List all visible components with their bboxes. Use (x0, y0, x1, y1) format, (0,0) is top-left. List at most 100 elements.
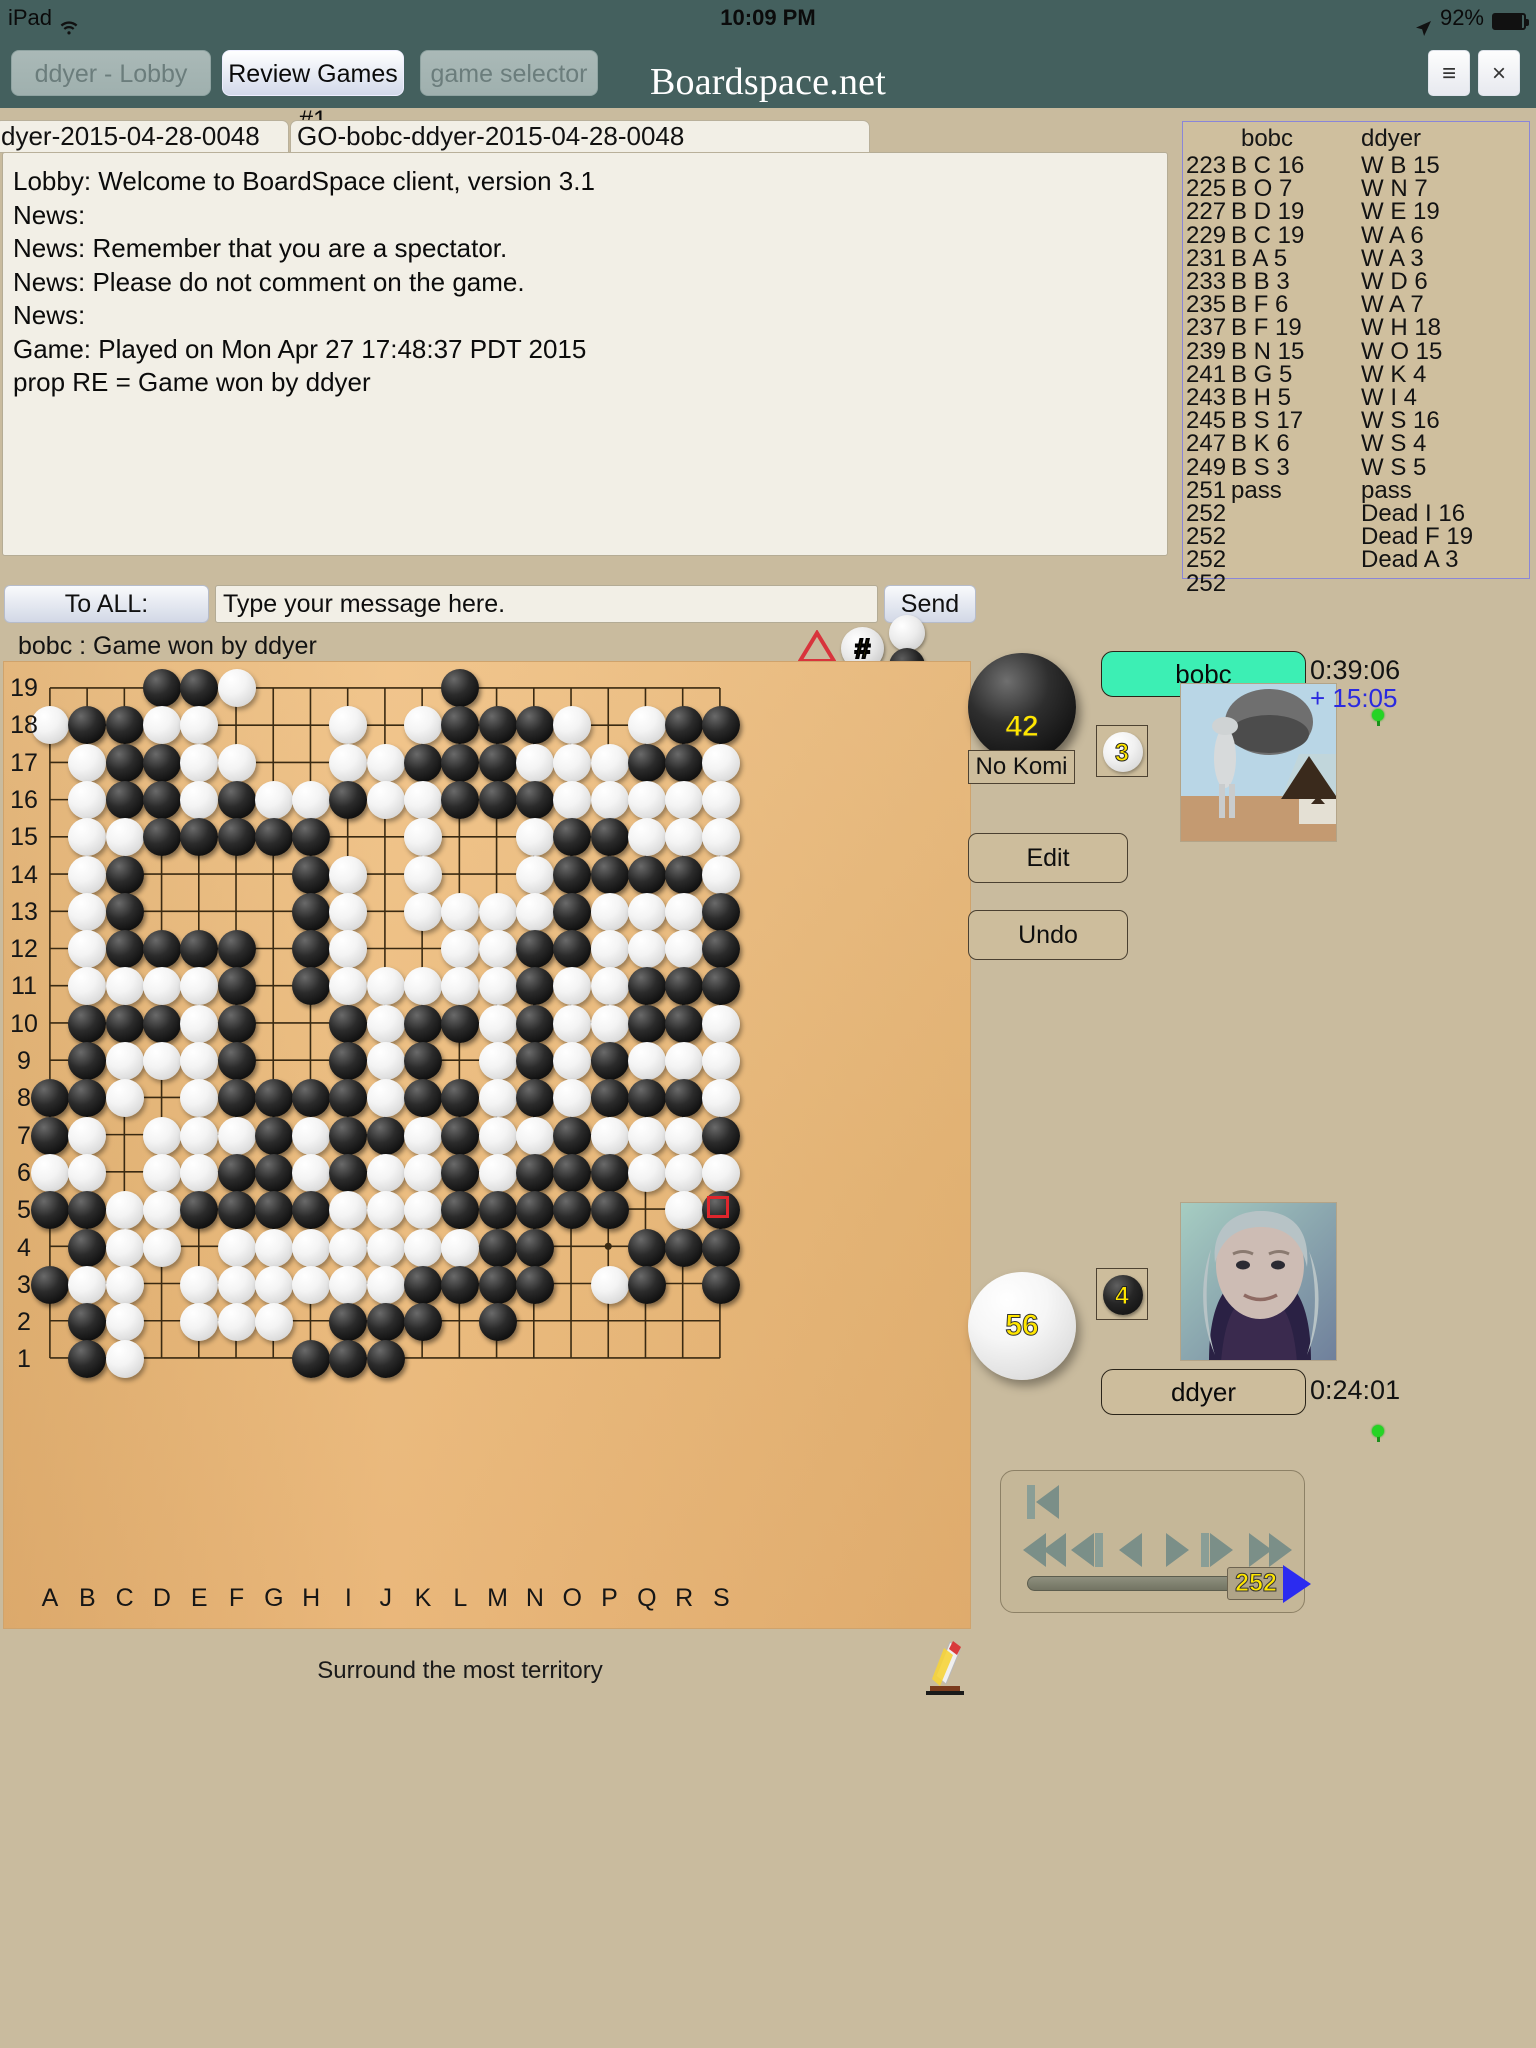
white-stone-C11[interactable] (105, 967, 144, 1006)
black-stone-J1[interactable] (366, 1340, 405, 1379)
black-stone-F10[interactable] (217, 1004, 256, 1043)
white-stone-O17[interactable] (553, 743, 592, 782)
white-stone-M13[interactable] (478, 892, 517, 931)
black-stone-D16[interactable] (142, 780, 181, 819)
black-stone-O13[interactable] (553, 892, 592, 931)
white-stone-C15[interactable] (105, 818, 144, 857)
white-stone-G3[interactable] (254, 1265, 293, 1304)
move-history-list[interactable]: bobc ddyer 223 B C 16 W B 15 225 B O 7W N 72… (1182, 121, 1530, 595)
white-stone-M12[interactable] (478, 930, 517, 969)
black-stone-Q4[interactable] (627, 1228, 666, 1267)
avatar-ddyer[interactable] (1180, 1202, 1337, 1361)
black-stone-Q17[interactable] (627, 743, 666, 782)
white-stone-N13[interactable] (515, 892, 554, 931)
go-board[interactable]: 19 18 17 16 15 14 13 12 11 10 9 8 7 6 5 4 3 2 1 A B C D E F G H I J K… (3, 661, 971, 1629)
white-stone-Q7[interactable] (627, 1116, 666, 1155)
white-capture-stone[interactable]: 56 (968, 1272, 1076, 1380)
black-stone-L7[interactable] (441, 1116, 480, 1155)
white-stone-icon[interactable] (889, 615, 925, 651)
move-list-row[interactable]: 252 (1183, 571, 1529, 595)
white-stone-F7[interactable] (217, 1116, 256, 1155)
back-button[interactable] (1119, 1533, 1142, 1567)
white-stone-M6[interactable] (478, 1153, 517, 1192)
white-stone-G2[interactable] (254, 1303, 293, 1342)
black-stone-F11[interactable] (217, 967, 256, 1006)
white-stone-G4[interactable] (254, 1228, 293, 1267)
black-stone-P15[interactable] (590, 818, 629, 857)
black-stone-L17[interactable] (441, 743, 480, 782)
black-stone-H14[interactable] (292, 855, 331, 894)
white-stone-P11[interactable] (590, 967, 629, 1006)
black-stone-F15[interactable] (217, 818, 256, 857)
black-stone-D10[interactable] (142, 1004, 181, 1043)
white-stone-M9[interactable] (478, 1042, 517, 1080)
white-stone-C2[interactable] (105, 1303, 144, 1342)
white-stone-H3[interactable] (292, 1265, 331, 1304)
triangle-marker-icon[interactable] (796, 629, 838, 664)
white-stone-J4[interactable] (366, 1228, 405, 1267)
black-stone-I10[interactable] (329, 1004, 368, 1043)
white-stone-D18[interactable] (142, 706, 181, 745)
move-list-row[interactable]: 239 B N 15 W O 15 (1183, 339, 1529, 363)
white-stone-J9[interactable] (366, 1042, 405, 1080)
white-stone-P16[interactable] (590, 780, 629, 819)
to-start-button[interactable] (1027, 1485, 1059, 1519)
black-stone-S4[interactable] (702, 1228, 741, 1267)
white-stone-L4[interactable] (441, 1228, 480, 1267)
white-stone-F2[interactable] (217, 1303, 256, 1342)
black-stone-L6[interactable] (441, 1153, 480, 1192)
black-stone-F9[interactable] (217, 1042, 256, 1080)
white-stone-K7[interactable] (404, 1116, 442, 1155)
black-stone-C14[interactable] (105, 855, 144, 894)
black-stone-M18[interactable] (478, 706, 517, 745)
white-stone-P13[interactable] (590, 892, 629, 931)
white-stone-J10[interactable] (366, 1004, 405, 1043)
white-stone-H4[interactable] (292, 1228, 331, 1267)
white-stone-B6[interactable] (68, 1153, 107, 1192)
white-stone-C5[interactable] (105, 1191, 144, 1230)
white-stone-F3[interactable] (217, 1265, 256, 1304)
white-stone-M8[interactable] (478, 1079, 517, 1118)
black-stone-F8[interactable] (217, 1079, 256, 1118)
white-stone-J3[interactable] (366, 1265, 405, 1304)
white-stone-B3[interactable] (68, 1265, 107, 1304)
white-stone-D4[interactable] (142, 1228, 181, 1267)
white-stone-I17[interactable] (329, 743, 368, 782)
black-stone-Q14[interactable] (627, 855, 666, 894)
white-stone-P7[interactable] (590, 1116, 629, 1155)
black-stone-F16[interactable] (217, 780, 256, 819)
black-stone-G6[interactable] (254, 1153, 293, 1192)
black-stone-N12[interactable] (515, 930, 554, 969)
white-stone-E16[interactable] (180, 780, 219, 819)
white-stone-S17[interactable] (702, 743, 741, 782)
black-stone-N18[interactable] (515, 706, 554, 745)
black-stone-S7[interactable] (702, 1116, 741, 1155)
black-stone-G15[interactable] (254, 818, 293, 857)
white-stone-L13[interactable] (441, 892, 480, 931)
black-stone-M2[interactable] (478, 1303, 517, 1342)
white-stone-D5[interactable] (142, 1191, 181, 1230)
move-list-row[interactable]: 243 B H 5 W I 4 (1183, 385, 1529, 409)
white-stone-S10[interactable] (702, 1004, 741, 1043)
white-stone-R9[interactable] (665, 1042, 704, 1080)
black-stone-O6[interactable] (553, 1153, 592, 1192)
slider-forward-arrow-icon[interactable] (1283, 1565, 1311, 1603)
white-stone-Q13[interactable] (627, 892, 666, 931)
white-stone-C1[interactable] (105, 1340, 144, 1379)
white-stone-B16[interactable] (68, 780, 107, 819)
undo-button[interactable]: Undo (968, 910, 1128, 960)
black-stone-Q11[interactable] (627, 967, 666, 1006)
black-stone-M5[interactable] (478, 1191, 517, 1230)
fast-forward-button[interactable] (1249, 1533, 1292, 1567)
move-list-row[interactable]: 245 B S 17 W S 16 (1183, 409, 1529, 433)
move-list-row[interactable]: 241 B G 5 W K 4 (1183, 362, 1529, 386)
white-stone-H7[interactable] (292, 1116, 331, 1155)
rewind-button[interactable] (1023, 1533, 1066, 1567)
white-stone-Q6[interactable] (627, 1153, 666, 1192)
white-stone-P12[interactable] (590, 930, 629, 969)
black-stone-P8[interactable] (590, 1079, 629, 1118)
white-stone-O10[interactable] (553, 1004, 592, 1043)
white-stone-D6[interactable] (142, 1153, 181, 1192)
white-stone-E6[interactable] (180, 1153, 219, 1192)
move-list-row[interactable]: 231 B A 5 W A 3 (1183, 246, 1529, 270)
